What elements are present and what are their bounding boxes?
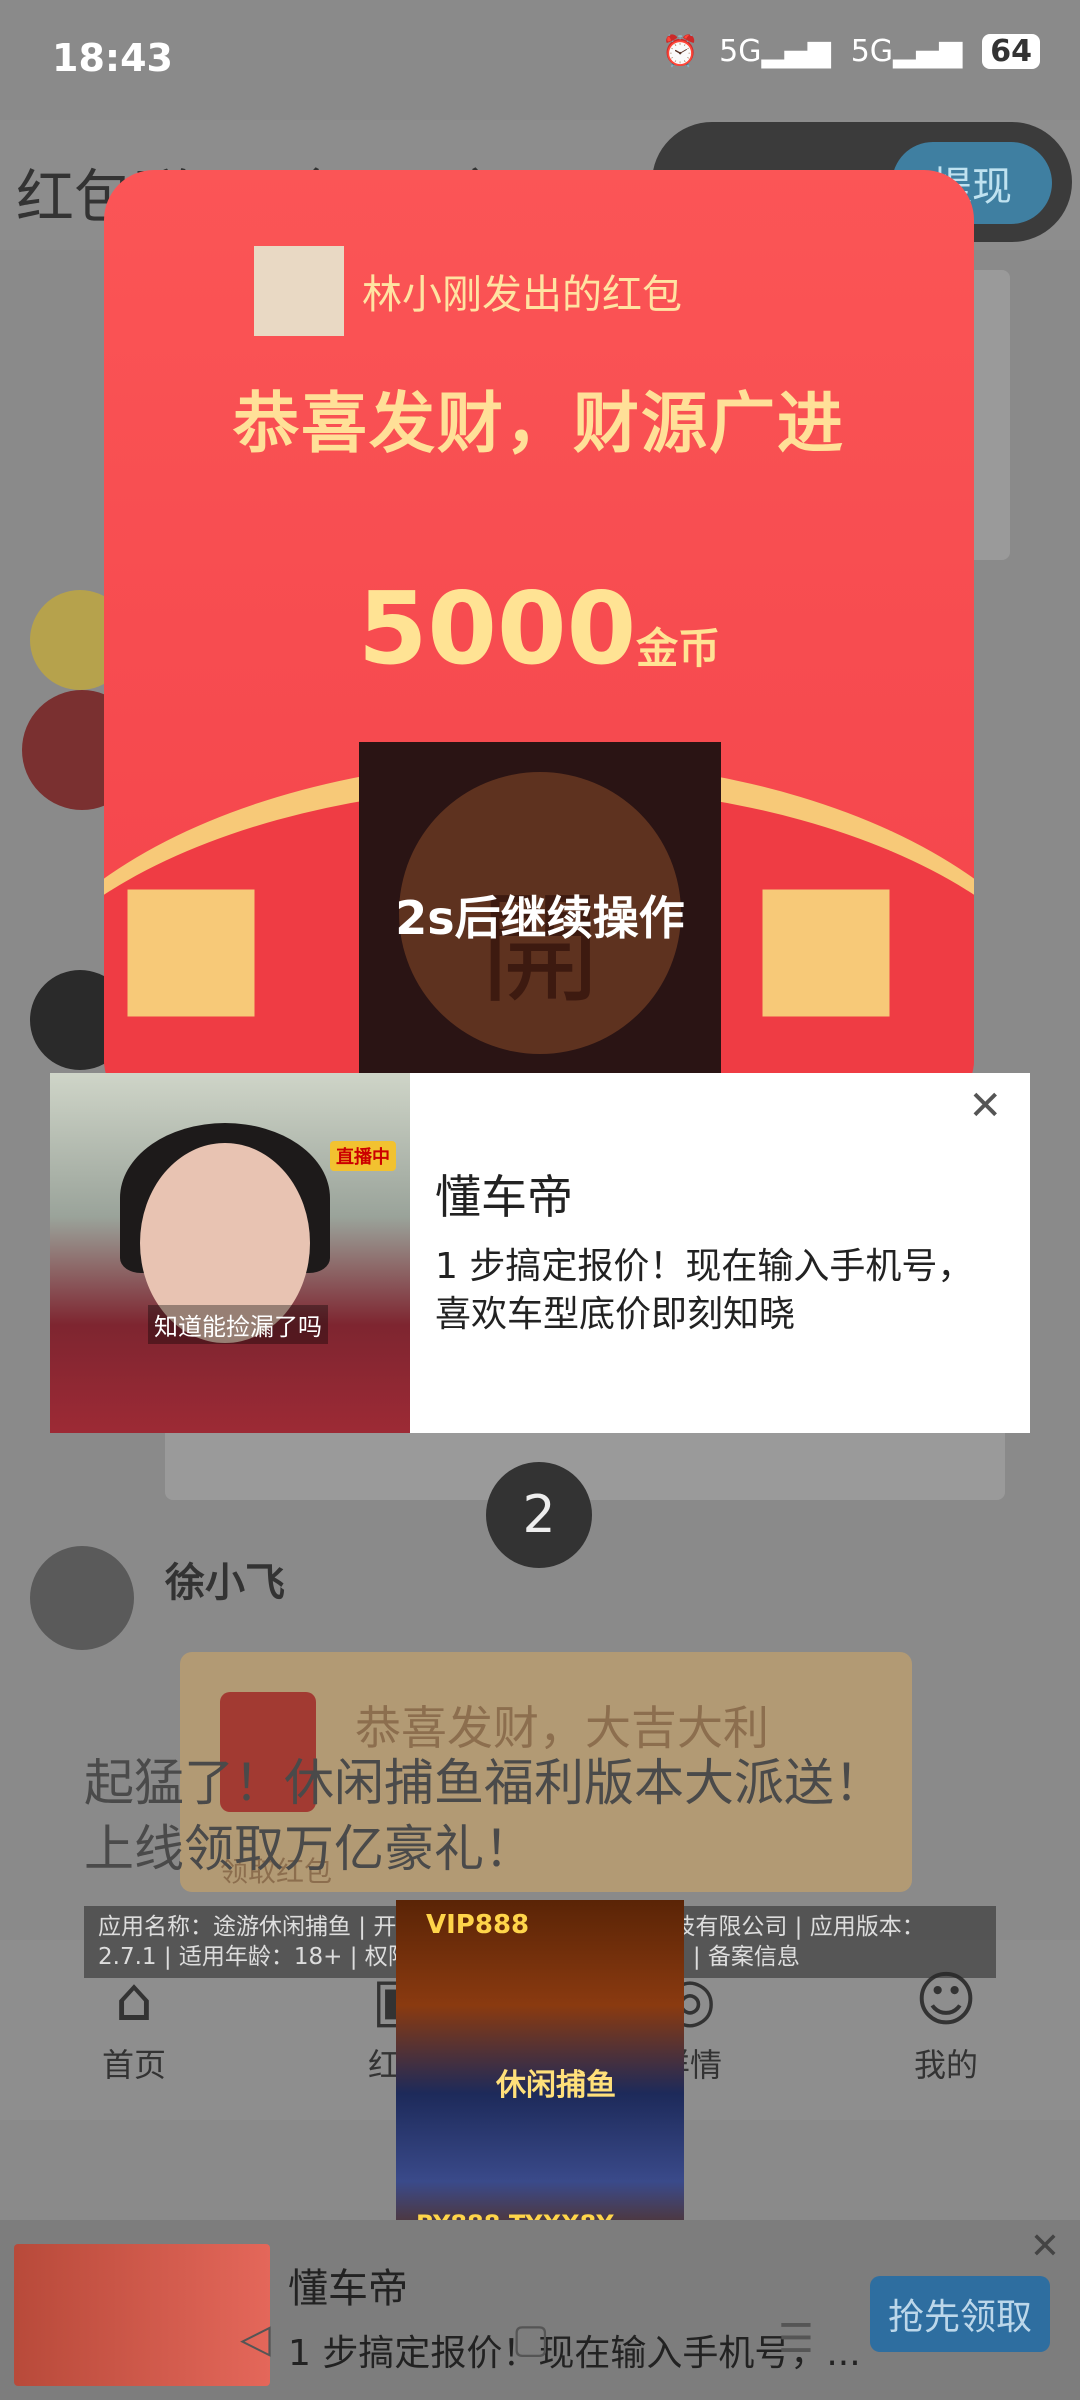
home-nav-icon[interactable]: ▢ bbox=[512, 2316, 550, 2362]
menu-icon[interactable]: ☰ bbox=[778, 2316, 814, 2362]
banner-title: 懂车帝 bbox=[288, 2266, 408, 2312]
sender-avatar bbox=[254, 246, 344, 336]
ad-video[interactable]: 直播中 知道能捡漏了吗 bbox=[50, 1073, 410, 1433]
signal-icon-2: 5G▂▄▆ bbox=[850, 34, 963, 69]
claim-button[interactable]: 抢先领取 bbox=[870, 2276, 1050, 2352]
amount-unit: 金币 bbox=[636, 624, 721, 673]
status-icons: ⏰ 5G▂▄▆ 5G▂▄▆ 64 bbox=[662, 34, 1040, 69]
bottom-ad-banner: 懂车帝 1 步搞定报价！现在输入手机号，... 抢先领取 ✕ ◁ ▢ ☰ bbox=[0, 2220, 1080, 2400]
alarm-icon: ⏰ bbox=[661, 34, 700, 69]
tab-home[interactable]: ⌂ 首页 bbox=[34, 1960, 234, 2086]
sender-name: 徐小飞 bbox=[165, 1560, 285, 1606]
packet-sender: 林小刚发出的红包 bbox=[254, 246, 682, 336]
amount-value: 5000 bbox=[357, 570, 637, 687]
signal-icon: 5G▂▄▆ bbox=[719, 34, 831, 69]
avatar bbox=[30, 1546, 134, 1650]
packet-amount: 5000金币 bbox=[104, 570, 974, 687]
tab-profile[interactable]: ☺ 我的 bbox=[846, 1960, 1046, 2086]
status-time: 18:43 bbox=[52, 36, 173, 80]
game-ad-brand: VIP888 bbox=[426, 1910, 530, 1940]
back-icon[interactable]: ◁ bbox=[240, 2316, 271, 2362]
close-icon[interactable]: ✕ bbox=[1030, 2226, 1060, 2267]
close-icon[interactable]: ✕ bbox=[968, 1083, 1002, 1129]
battery-icon: 64 bbox=[982, 34, 1040, 69]
banner-thumbnail[interactable] bbox=[14, 2244, 270, 2386]
countdown-badge: 2 bbox=[486, 1462, 592, 1568]
banner-description: 1 步搞定报价！现在输入手机号，... bbox=[288, 2333, 861, 2374]
ad-title: 懂车帝 bbox=[435, 1170, 573, 1224]
red-packet-title: 恭喜发财，大吉大利 bbox=[355, 1701, 769, 1755]
status-bar: 18:43 ⏰ 5G▂▄▆ 5G▂▄▆ 64 bbox=[0, 0, 1080, 120]
ad-description: 1 步搞定报价！现在输入手机号，喜欢车型底价即刻知晓 bbox=[435, 1246, 974, 1335]
packet-from-label: 林小刚发出的红包 bbox=[362, 272, 682, 318]
packet-wish: 恭喜发财，财源广进 bbox=[233, 385, 845, 462]
ad-headline: 起猛了！休闲捕鱼福利版本大派送！ 上线领取万亿豪礼！ bbox=[84, 1754, 884, 1878]
ad-popup[interactable]: 直播中 知道能捡漏了吗 懂车帝 1 步搞定报价！现在输入手机号，喜欢车型底价即刻… bbox=[50, 1073, 1030, 1433]
red-packet-dialog: 林小刚发出的红包 恭喜发财，财源广进 5000金币 開 2s后继续操作 bbox=[104, 170, 974, 1110]
live-badge: 直播中 bbox=[330, 1141, 396, 1171]
game-ad-image[interactable]: VIP888 休闲捕鱼 BY888 TYXX8Y bbox=[396, 1900, 684, 2252]
countdown-text: 2s后继续操作 bbox=[395, 891, 685, 945]
open-packet-button[interactable]: 開 2s后继续操作 bbox=[359, 742, 721, 1110]
game-ad-title: 休闲捕鱼 bbox=[496, 2068, 616, 2103]
video-caption: 知道能捡漏了吗 bbox=[148, 1305, 328, 1344]
